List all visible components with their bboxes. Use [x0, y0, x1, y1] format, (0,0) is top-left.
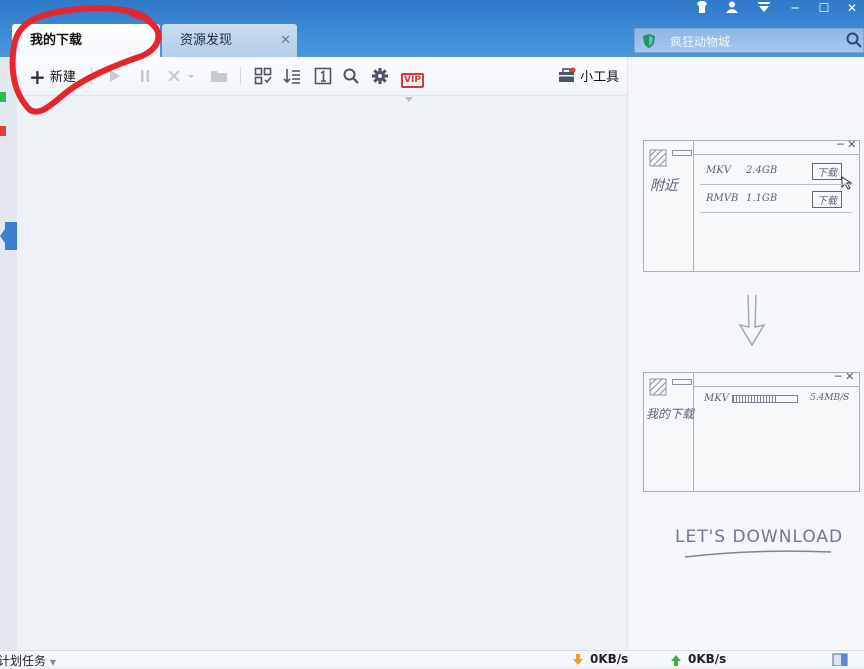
settings-gear-icon[interactable]	[371, 67, 389, 85]
divider	[693, 141, 694, 271]
size-text: 1.1GB	[746, 193, 778, 204]
sketch-minimize-icon: ─ ✕	[837, 138, 857, 151]
tab-label: 资源发现	[180, 33, 233, 48]
search-icon[interactable]	[845, 31, 863, 49]
download-arrow-icon	[573, 654, 583, 665]
sketch-minimize-icon: ─ ✕	[835, 370, 855, 383]
format-text: MKV	[704, 393, 729, 404]
nearby-sketch: ─ ✕ 附近 MKV 2.4GB 下载 RMVB 1.1GB 下载	[643, 138, 860, 272]
maximize-button[interactable]: ☐	[812, 0, 836, 16]
my-downloads-sketch: ─ ✕ 我的下载 MKV 5.4MB/S	[643, 370, 860, 492]
download-button-sketch: 下载	[812, 191, 842, 208]
thumbnail-icon	[649, 149, 667, 167]
divider	[700, 212, 852, 213]
title-placeholder	[672, 379, 692, 385]
progress-fill	[733, 396, 778, 402]
tools-button[interactable]: 小工具	[558, 67, 628, 85]
tab-resource-discovery[interactable]: 资源发现 ✕	[162, 24, 297, 57]
sort-icon[interactable]	[283, 67, 301, 85]
nearby-label: 附近	[650, 178, 678, 194]
thumbnail-icon	[649, 378, 667, 396]
panel-toggle-icon[interactable]	[832, 653, 848, 666]
search-box[interactable]: 疯狂动物城	[634, 28, 864, 53]
tagline-underline	[684, 550, 832, 558]
close-window-button[interactable]: ✕	[840, 0, 864, 16]
download-button-sketch: 下载	[812, 163, 842, 180]
tools-label: 小工具	[580, 70, 620, 85]
down-arrow-icon	[738, 294, 766, 347]
divider	[700, 184, 852, 185]
planned-tasks-button[interactable]: 计划任务 ▼	[0, 652, 56, 669]
divider	[693, 154, 859, 155]
toolbox-icon	[559, 67, 576, 82]
collapse-arrow-icon[interactable]	[0, 222, 17, 250]
cursor-icon	[841, 176, 853, 190]
download-speed: 0KB/s	[590, 652, 629, 666]
upload-speed: 0KB/s	[688, 652, 727, 666]
download-list-area[interactable]	[17, 57, 627, 650]
red-annotation-circle	[9, 5, 162, 115]
grid-view-icon[interactable]	[254, 67, 272, 85]
red-badge-icon	[0, 126, 6, 136]
speed-text: 5.4MB/S	[810, 393, 850, 403]
format-text: RMVB	[706, 193, 739, 204]
title-placeholder	[672, 150, 692, 156]
divider	[240, 67, 241, 85]
my-downloads-label: 我的下载	[646, 407, 695, 421]
folder-icon[interactable]	[210, 67, 228, 85]
minimize-button[interactable]: ─	[783, 0, 807, 16]
menu-icon[interactable]	[752, 0, 776, 16]
upload-arrow-icon	[671, 655, 681, 666]
shield-icon	[643, 34, 655, 48]
divider	[693, 373, 694, 491]
search-task-icon[interactable]	[342, 67, 360, 85]
planned-tasks-label: 计划任务	[0, 654, 47, 668]
right-illustration-panel: ─ ✕ 附近 MKV 2.4GB 下载 RMVB 1.1GB 下载 ─ ✕ 我的…	[627, 57, 864, 650]
progress-bar	[732, 395, 798, 403]
tab-close-icon[interactable]: ✕	[280, 24, 291, 57]
size-text: 2.4GB	[746, 165, 778, 176]
search-input[interactable]: 疯狂动物城	[670, 33, 730, 50]
status-bar: 计划任务 ▼ 0KB/s 0KB/s	[0, 650, 864, 669]
single-task-icon[interactable]	[314, 67, 332, 85]
vip-icon: VIP	[401, 73, 424, 88]
vip-menu[interactable]: VIP	[401, 67, 439, 102]
chevron-down-icon	[405, 97, 413, 102]
left-sidebar	[0, 57, 18, 650]
format-text: MKV	[706, 165, 731, 176]
tagline: LET'S DOWNLOAD	[675, 527, 844, 547]
user-icon[interactable]	[720, 0, 744, 16]
chevron-down-icon: ▼	[49, 658, 56, 667]
skin-icon[interactable]	[690, 0, 714, 16]
divider	[693, 386, 859, 387]
